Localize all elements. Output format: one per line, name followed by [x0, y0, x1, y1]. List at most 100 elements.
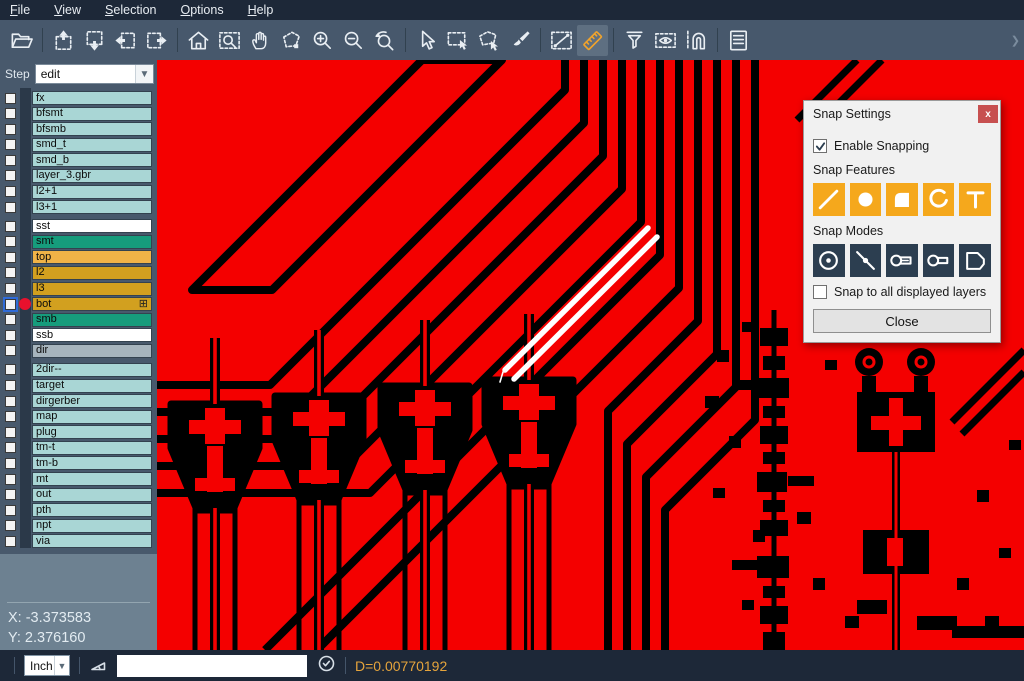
- layer-row[interactable]: pth⊞: [0, 503, 157, 517]
- select-polygon-button[interactable]: [473, 25, 504, 56]
- layer-visibility-checkbox[interactable]: [5, 330, 16, 341]
- layer-row[interactable]: top⊞: [0, 250, 157, 264]
- measure-ruler-button[interactable]: [577, 25, 608, 56]
- dialog-close-action-button[interactable]: Close: [813, 309, 991, 333]
- menu-item[interactable]: View: [54, 3, 81, 17]
- layer-visibility-checkbox[interactable]: [5, 252, 16, 263]
- layer-visibility-checkbox[interactable]: [5, 93, 16, 104]
- layer-visibility-checkbox[interactable]: [5, 380, 16, 391]
- snap-center-button[interactable]: [813, 244, 845, 277]
- layer-row[interactable]: smd_t⊞: [0, 138, 157, 152]
- layer-row[interactable]: l3+1⊞: [0, 200, 157, 214]
- report-list-button[interactable]: [723, 25, 754, 56]
- layer-row[interactable]: l2+1⊞: [0, 185, 157, 199]
- dialog-titlebar[interactable]: Snap Settings x: [804, 101, 1000, 127]
- confirm-circle-icon[interactable]: [317, 654, 336, 678]
- snap-line-button[interactable]: [813, 183, 845, 216]
- layer-visibility-checkbox[interactable]: [5, 283, 16, 294]
- layer-row[interactable]: out⊞: [0, 488, 157, 502]
- layer-row[interactable]: tm-t⊞: [0, 441, 157, 455]
- snap-magnet-button[interactable]: [681, 25, 712, 56]
- layer-visibility-checkbox[interactable]: [5, 536, 16, 547]
- clear-brush-button[interactable]: [504, 25, 535, 56]
- snap-surface-button[interactable]: [886, 183, 918, 216]
- highlighted-trace[interactable]: [500, 228, 657, 382]
- layer-visibility-checkbox[interactable]: [5, 202, 16, 213]
- layer-visibility-checkbox[interactable]: [5, 221, 16, 232]
- layer-row[interactable]: bfsmt⊞: [0, 107, 157, 121]
- layer-row[interactable]: fx⊞: [0, 91, 157, 105]
- enable-snapping-checkbox[interactable]: [813, 139, 827, 153]
- angle-measure-icon[interactable]: [89, 654, 108, 678]
- snap-text-button[interactable]: [959, 183, 991, 216]
- layer-visibility-checkbox[interactable]: [5, 236, 16, 247]
- open-file-button[interactable]: [6, 25, 37, 56]
- pan-hand-button[interactable]: [245, 25, 276, 56]
- toolbar-overflow-chevron[interactable]: ❯: [1011, 34, 1020, 47]
- zoom-polygon-button[interactable]: [276, 25, 307, 56]
- layer-row[interactable]: l2⊞: [0, 266, 157, 280]
- pan-down-button[interactable]: [79, 25, 110, 56]
- layer-row[interactable]: 2dir--⊞: [0, 363, 157, 377]
- layer-row[interactable]: smt⊞: [0, 235, 157, 249]
- layer-visibility-checkbox[interactable]: [5, 299, 16, 310]
- layer-visibility-checkbox[interactable]: [5, 458, 16, 469]
- layer-visibility-checkbox[interactable]: [5, 139, 16, 150]
- layer-visibility-checkbox[interactable]: [5, 364, 16, 375]
- measure-distance-button[interactable]: [546, 25, 577, 56]
- layer-row[interactable]: plug⊞: [0, 425, 157, 439]
- pan-up-button[interactable]: [48, 25, 79, 56]
- layer-row[interactable]: dir⊞: [0, 344, 157, 358]
- menu-item[interactable]: Help: [248, 3, 274, 17]
- layer-row[interactable]: target⊞: [0, 379, 157, 393]
- layer-row[interactable]: smd_b⊞: [0, 153, 157, 167]
- snap-slot-center-button[interactable]: [886, 244, 918, 277]
- layer-visibility-checkbox[interactable]: [5, 474, 16, 485]
- layer-visibility-checkbox[interactable]: [5, 124, 16, 135]
- dialog-close-button[interactable]: x: [978, 105, 998, 123]
- layer-visibility-checkbox[interactable]: [5, 442, 16, 453]
- units-select[interactable]: Inch ▼: [24, 655, 70, 676]
- snap-midpoint-button[interactable]: [850, 244, 882, 277]
- layer-visibility-checkbox[interactable]: [5, 108, 16, 119]
- home-view-button[interactable]: [183, 25, 214, 56]
- menu-item[interactable]: Options: [180, 3, 223, 17]
- zoom-region-button[interactable]: [214, 25, 245, 56]
- zoom-out-button[interactable]: [338, 25, 369, 56]
- layer-visibility-checkbox[interactable]: [5, 314, 16, 325]
- layer-visibility-checkbox[interactable]: [5, 489, 16, 500]
- layer-visibility-checkbox[interactable]: [5, 186, 16, 197]
- pan-right-button[interactable]: [141, 25, 172, 56]
- menu-item[interactable]: File: [10, 3, 30, 17]
- select-arrow-button[interactable]: [411, 25, 442, 56]
- snap-contour-button[interactable]: [959, 244, 991, 277]
- snap-all-layers-row[interactable]: Snap to all displayed layers: [813, 285, 991, 299]
- layer-visibility-checkbox[interactable]: [5, 267, 16, 278]
- layer-visibility-checkbox[interactable]: [5, 396, 16, 407]
- layer-visibility-checkbox[interactable]: [5, 170, 16, 181]
- layer-visibility-checkbox[interactable]: [5, 155, 16, 166]
- menu-item[interactable]: Selection: [105, 3, 156, 17]
- zoom-in-button[interactable]: [307, 25, 338, 56]
- view-region-button[interactable]: [650, 25, 681, 56]
- select-rectangle-button[interactable]: [442, 25, 473, 56]
- layer-row[interactable]: sst⊞: [0, 219, 157, 233]
- layer-row[interactable]: tm-b⊞: [0, 456, 157, 470]
- step-select[interactable]: edit ▼: [35, 64, 154, 84]
- layer-row[interactable]: layer_3.gbr⊞: [0, 169, 157, 183]
- layer-row[interactable]: ssb⊞: [0, 328, 157, 342]
- layer-visibility-checkbox[interactable]: [5, 505, 16, 516]
- layer-row[interactable]: smb⊞: [0, 313, 157, 327]
- enable-snapping-row[interactable]: Enable Snapping: [813, 139, 991, 153]
- pan-left-button[interactable]: [110, 25, 141, 56]
- measurement-input[interactable]: [117, 655, 307, 677]
- snap-pad-button[interactable]: [850, 183, 882, 216]
- layer-row[interactable]: dirgerber⊞: [0, 394, 157, 408]
- snap-slot-outline-button[interactable]: [923, 244, 955, 277]
- layer-row[interactable]: mt⊞: [0, 472, 157, 486]
- zoom-previous-button[interactable]: [369, 25, 400, 56]
- layer-row[interactable]: map⊞: [0, 410, 157, 424]
- snap-all-layers-checkbox[interactable]: [813, 285, 827, 299]
- layer-row[interactable]: bot⊞: [0, 297, 157, 311]
- layer-visibility-checkbox[interactable]: [5, 411, 16, 422]
